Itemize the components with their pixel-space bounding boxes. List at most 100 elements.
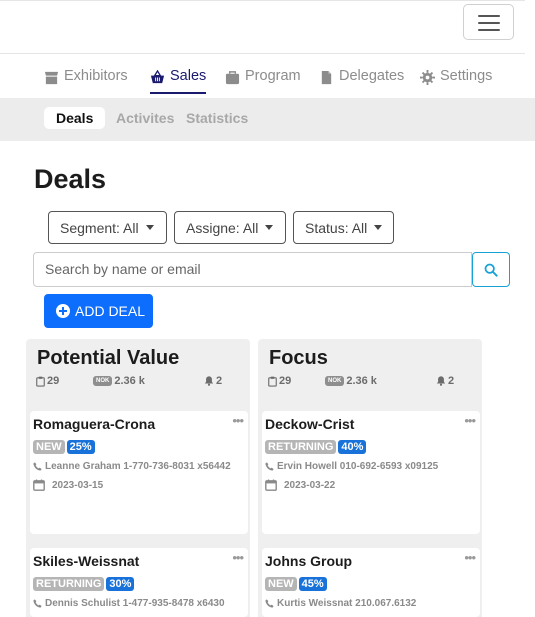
alert-count: 2: [436, 375, 454, 387]
contact-text: Kurtis Weissnat 210.067.6132: [277, 598, 417, 609]
status-filter-dropdown[interactable]: Status: All: [293, 211, 394, 244]
more-options-icon[interactable]: •••: [232, 413, 244, 428]
deal-card[interactable]: Romaguera-Crona ••• NEW 25% Leanne Graha…: [30, 411, 248, 534]
probability-badge: 30%: [106, 577, 135, 591]
probability-badge: 45%: [298, 577, 327, 591]
nav-item-sales[interactable]: Sales: [150, 68, 207, 94]
date-text: 2023-03-22: [284, 479, 336, 491]
more-options-icon[interactable]: •••: [464, 550, 476, 565]
assignee-filter-dropdown[interactable]: Assigne: All: [174, 211, 286, 244]
search-input[interactable]: Search by name or email: [33, 252, 472, 287]
hamburger-line: [478, 29, 500, 31]
column-stats: 29 NOK 2.36 k 2: [36, 375, 238, 391]
hamburger-line: [478, 15, 500, 17]
column-title: Potential Value: [37, 347, 180, 369]
deal-badges: NEW 25%: [33, 440, 95, 454]
deal-count: 29: [36, 375, 59, 387]
document-icon: [321, 70, 332, 85]
deal-date: 2023-03-15: [33, 479, 103, 491]
page-title: Deals: [34, 164, 107, 194]
deal-date: 2023-03-22: [265, 479, 335, 491]
calendar-icon: [33, 479, 45, 491]
caret-down-icon: [145, 225, 154, 230]
deal-name: Romaguera-Crona: [33, 416, 156, 432]
deal-count: 29: [268, 375, 291, 387]
date-text: 2023-03-15: [52, 479, 104, 491]
deal-card[interactable]: Skiles-Weissnat ••• RETURNING 30% Dennis…: [30, 548, 248, 617]
deal-contact: Kurtis Weissnat 210.067.6132: [265, 598, 416, 609]
pipeline-column: Potential Value 29 NOK 2.36 k 2 Romaguer…: [26, 339, 250, 617]
deal-badges: RETURNING 40%: [265, 440, 367, 454]
deal-value: NOK 2.36 k: [325, 375, 377, 387]
add-deal-label: ADD DEAL: [75, 303, 146, 319]
nav-item-exhibitors[interactable]: Exhibitors: [44, 68, 128, 94]
column-title: Focus: [269, 347, 328, 369]
deal-name: Skiles-Weissnat: [33, 553, 140, 569]
deal-value-amount: 2.36 k: [114, 375, 145, 387]
deal-card[interactable]: Johns Group ••• NEW 45% Kurtis Weissnat …: [262, 548, 480, 617]
deal-value-amount: 2.36 k: [346, 375, 377, 387]
briefcase-icon: [225, 71, 240, 85]
nav-item-settings[interactable]: Settings: [420, 68, 492, 94]
filter-label: Assigne: All: [186, 219, 259, 236]
deal-contact: Leanne Graham 1-770-736-8031 x56442: [33, 461, 231, 472]
probability-badge: 40%: [338, 440, 367, 454]
store-icon: [44, 71, 59, 85]
gear-icon: [420, 70, 435, 85]
filter-label: Status: All: [305, 219, 368, 236]
top-bar: [0, 0, 525, 54]
basket-icon: [150, 70, 165, 84]
menu-toggle-button[interactable]: [463, 4, 514, 40]
deal-contact: Ervin Howell 010-692-6593 x09125: [265, 461, 438, 472]
more-options-icon[interactable]: •••: [464, 413, 476, 428]
search-button[interactable]: [472, 252, 510, 287]
nav-label: Exhibitors: [64, 68, 128, 84]
deal-badges: NEW 45%: [265, 577, 327, 591]
caret-down-icon: [265, 225, 274, 230]
status-badge: RETURNING: [265, 440, 337, 454]
subnav-item-activites[interactable]: Activites: [116, 107, 174, 129]
column-stats: 29 NOK 2.36 k 2: [268, 375, 470, 391]
deal-value: NOK 2.36 k: [93, 375, 145, 387]
more-options-icon[interactable]: •••: [232, 550, 244, 565]
phone-icon: [265, 462, 274, 471]
nav-label: Program: [245, 68, 301, 84]
probability-badge: 25%: [66, 440, 95, 454]
pipeline-column: Focus 29 NOK 2.36 k 2 Deckow-Crist ••• R…: [258, 339, 482, 617]
nav-item-program[interactable]: Program: [225, 68, 301, 94]
hamburger-line: [478, 22, 500, 24]
filter-label: Segment: All: [60, 219, 139, 236]
status-badge: NEW: [33, 440, 65, 454]
subnav-item-deals[interactable]: Deals: [44, 107, 106, 129]
main-nav: Exhibitors Sales Program Delegates Setti…: [0, 54, 525, 98]
deal-contact: Dennis Schulist 1-477-935-8478 x6430: [33, 598, 225, 609]
clipboard-icon: [268, 376, 277, 387]
status-badge: NEW: [265, 577, 297, 591]
phone-icon: [33, 462, 42, 471]
alert-count-value: 2: [448, 375, 455, 387]
phone-icon: [33, 599, 42, 608]
deal-name: Deckow-Crist: [265, 416, 355, 432]
deal-name: Johns Group: [265, 553, 353, 569]
nav-label: Delegates: [339, 68, 405, 84]
currency-badge: NOK: [93, 376, 113, 386]
contact-text: Dennis Schulist 1-477-935-8478 x6430: [45, 598, 225, 609]
add-deal-button[interactable]: ADD DEAL: [44, 294, 153, 328]
deal-card[interactable]: Deckow-Crist ••• RETURNING 40% Ervin How…: [262, 411, 480, 534]
calendar-icon: [265, 479, 277, 491]
deal-count-value: 29: [279, 375, 292, 387]
clipboard-icon: [36, 376, 45, 387]
nav-item-delegates[interactable]: Delegates: [319, 68, 404, 94]
bell-icon: [204, 376, 214, 386]
contact-text: Ervin Howell 010-692-6593 x09125: [277, 461, 439, 472]
caret-down-icon: [374, 225, 383, 230]
nav-label: Sales: [170, 68, 207, 84]
subnav-item-statistics[interactable]: Statistics: [186, 107, 248, 129]
plus-circle-icon: [56, 304, 70, 318]
sub-nav: Deals Activites Statistics: [0, 98, 535, 141]
status-badge: RETURNING: [33, 577, 105, 591]
search-icon: [484, 263, 498, 277]
bell-icon: [436, 376, 446, 386]
alert-count-value: 2: [216, 375, 223, 387]
segment-filter-dropdown[interactable]: Segment: All: [48, 211, 167, 244]
